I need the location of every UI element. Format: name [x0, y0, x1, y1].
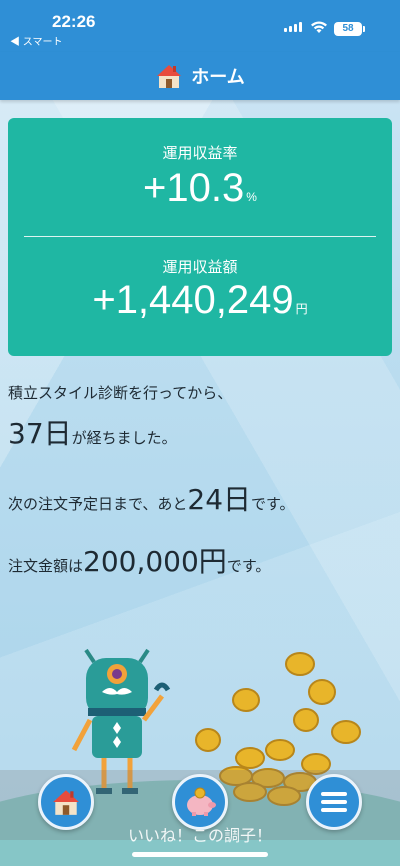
return-amount-label: 運用収益額: [162, 258, 238, 276]
next-order-suffix: です。: [251, 495, 295, 513]
encouragement-text: いいね！この調子！: [127, 826, 272, 845]
order-amount-text: 注文金額は200,000円です。: [8, 540, 270, 580]
return-rate-number: +10.3: [143, 166, 245, 210]
return-stats-card: 運用収益率 +10.3% 運用収益額 +1,440,249 円: [8, 118, 392, 356]
days-elapsed-text: 37日が経ちました。: [8, 412, 177, 452]
house-icon: [157, 65, 182, 88]
battery-icon: 58: [334, 22, 365, 36]
back-to-app-link[interactable]: ◀ スマート: [10, 33, 62, 48]
return-amount-number: +1,440,249: [92, 278, 294, 322]
return-amount-value: +1,440,249 円: [8, 278, 392, 323]
status-time: 22:26: [52, 12, 96, 31]
piggy-bank-icon: [187, 787, 216, 816]
nav-bar: ホーム: [0, 52, 400, 100]
order-amount-suffix: です。: [226, 557, 271, 575]
days-elapsed-number: 37日: [8, 417, 72, 450]
home-indicator[interactable]: [132, 852, 268, 857]
next-order-prefix: 次の注文予定日まで、あと: [8, 495, 188, 513]
status-bar: 22:26 ◀ スマート 58: [0, 0, 400, 52]
days-until-number: 24日: [187, 483, 252, 516]
divider: [24, 236, 376, 237]
order-amount-prefix: 注文金額は: [8, 557, 84, 575]
return-rate-value: +10.3%: [8, 166, 392, 211]
diagnosis-text: 積立スタイル診断を行ってから、: [8, 384, 233, 402]
return-rate-label: 運用収益率: [162, 144, 238, 162]
order-amount-number: 200,000円: [83, 545, 227, 578]
wifi-icon: [311, 21, 327, 33]
return-amount-unit: 円: [295, 302, 308, 316]
page-title: ホーム: [191, 67, 245, 88]
cellular-signal-icon: [284, 22, 302, 32]
next-order-text: 次の注文予定日まで、あと24日です。: [8, 478, 295, 518]
menu-icon: [321, 788, 347, 816]
house-icon: [53, 790, 79, 815]
days-elapsed-suffix: が経ちました。: [71, 429, 177, 447]
return-rate-unit: %: [246, 190, 257, 204]
